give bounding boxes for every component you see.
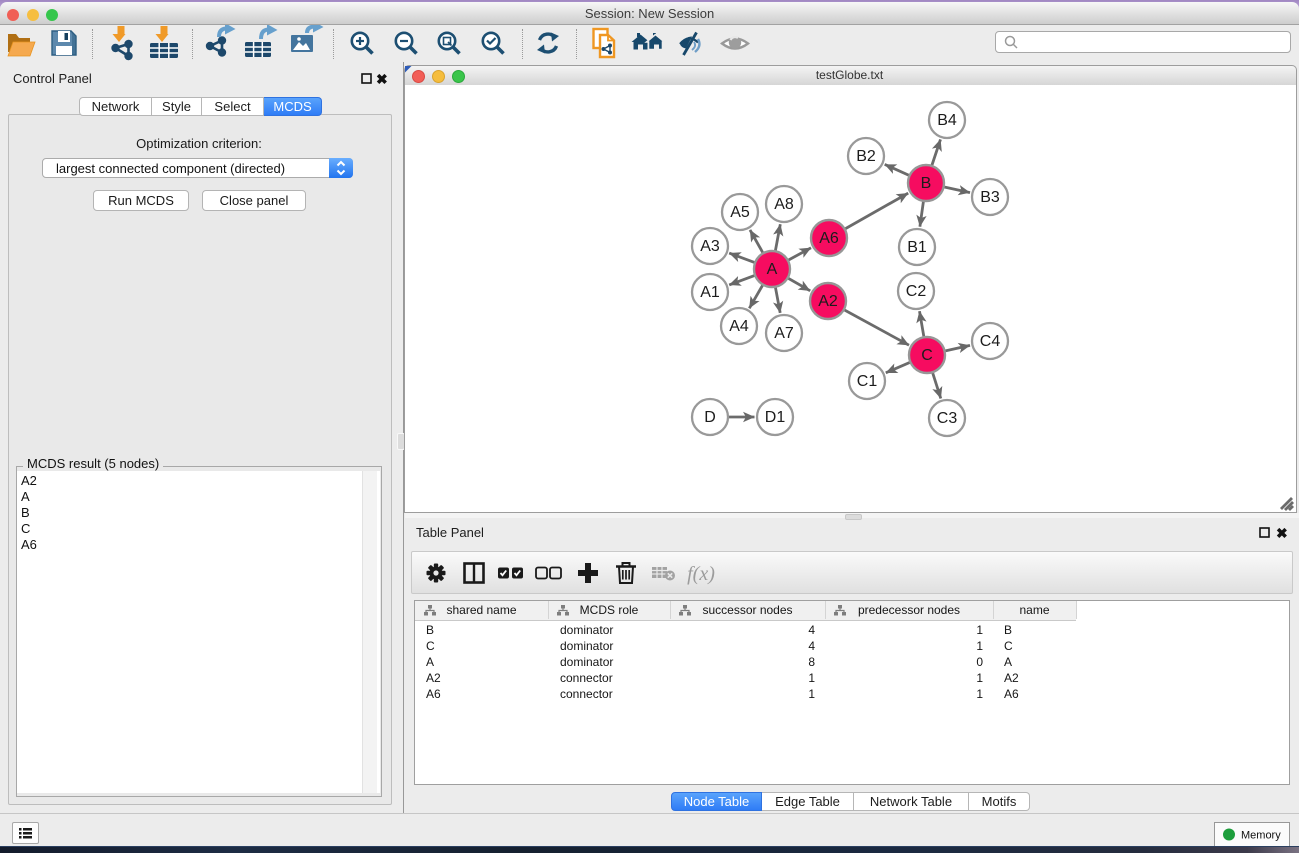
svg-text:C3: C3 [937, 410, 958, 427]
svg-text:C: C [921, 347, 933, 364]
svg-text:A5: A5 [730, 204, 750, 221]
svg-text:A3: A3 [700, 238, 720, 255]
svg-text:Memory: Memory [1241, 830, 1281, 842]
svg-text:C4: C4 [980, 333, 1001, 350]
svg-text:A: A [767, 261, 778, 278]
svg-text:B4: B4 [937, 112, 957, 129]
svg-text:A4: A4 [729, 318, 749, 335]
svg-text:A6: A6 [819, 230, 839, 247]
svg-text:f(x): f(x) [687, 563, 715, 585]
svg-text:B: B [921, 175, 932, 192]
svg-text:A8: A8 [774, 196, 794, 213]
svg-text:A2: A2 [818, 293, 838, 310]
svg-text:D1: D1 [765, 409, 786, 426]
svg-text:B2: B2 [856, 148, 876, 165]
svg-text:B1: B1 [907, 239, 927, 256]
svg-text:C1: C1 [857, 373, 878, 390]
svg-text:C2: C2 [906, 283, 927, 300]
svg-text:A1: A1 [700, 284, 720, 301]
svg-text:A7: A7 [774, 325, 794, 342]
svg-text:B3: B3 [980, 189, 1000, 206]
svg-text:D: D [704, 409, 716, 426]
